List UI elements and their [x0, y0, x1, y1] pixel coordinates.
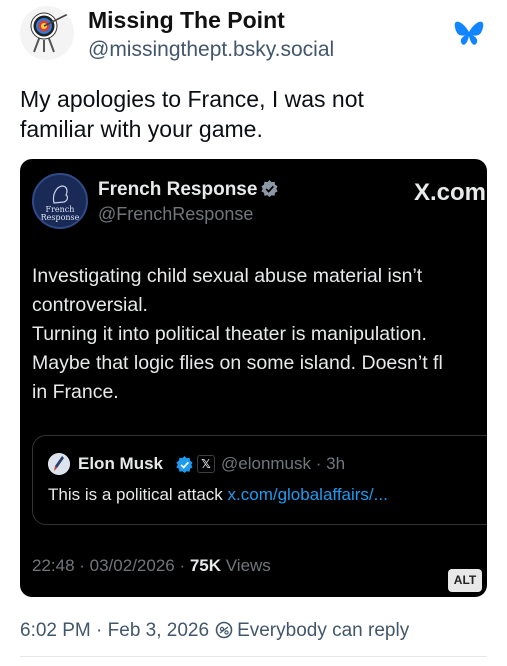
embed-body-text: Investigating child sexual abuse materia… — [32, 262, 487, 407]
author-avatar[interactable] — [20, 6, 74, 60]
author-display-name[interactable]: Missing The Point — [88, 7, 285, 34]
verified-badge-icon — [261, 180, 279, 197]
embed-body-line: Maybe that logic flies on some island. D… — [32, 352, 443, 374]
author-handle[interactable]: @missingthept.bsky.social — [88, 38, 334, 62]
post-footer: 6:02 PM · Feb 3, 2026 Everybody can reply — [20, 620, 409, 642]
quoted-post-link: x.com/globalaffairs/... — [227, 485, 388, 504]
post-text-line: familiar with your game. — [20, 116, 263, 142]
quoted-author-avatar — [48, 453, 70, 475]
quoted-post-text: This is a political attack x.com/globala… — [48, 485, 388, 504]
reply-settings-icon — [215, 621, 233, 639]
embed-body-line: Investigating child sexual abuse materia… — [32, 265, 423, 287]
quoted-post: Elon Musk 𝕏 @elonmusk · 3h This is a pol… — [32, 435, 487, 525]
french-response-avatar: French Response — [32, 173, 88, 229]
post-timestamp[interactable]: 6:02 PM · Feb 3, 2026 — [20, 620, 209, 641]
post-text-line: My apologies to France, I was not — [20, 86, 364, 112]
views-count: 75K — [189, 556, 222, 575]
verified-badge-icon — [176, 456, 193, 473]
embed-body-line: controversial. — [32, 294, 148, 316]
embed-body-line: Turning it into political theater is man… — [32, 323, 427, 345]
x-com-watermark: X.com — [414, 179, 487, 206]
avatar-logo-text: French Response — [40, 205, 80, 222]
post-header: Missing The Point @missingthept.bsky.soc… — [20, 4, 487, 66]
alt-text-button[interactable]: ALT — [448, 569, 482, 592]
embedded-screenshot[interactable]: French Response French Response @FrenchR… — [20, 159, 487, 597]
embed-author-name: French Response — [98, 179, 279, 201]
x-affiliation-icon: 𝕏 — [197, 455, 215, 473]
embed-author-handle: @FrenchResponse — [98, 204, 254, 224]
post-text: My apologies to France, I was not famili… — [20, 84, 480, 144]
quoted-author-name: Elon Musk — [78, 454, 164, 473]
embed-metadata: 22:48 · 03/02/2026 · 75K Views — [32, 556, 271, 575]
archery-target-icon — [20, 6, 74, 60]
quoted-author-handle: @elonmusk · 3h — [221, 454, 346, 473]
bluesky-butterfly-icon[interactable] — [454, 20, 484, 47]
embed-body-line: in France. — [32, 381, 119, 403]
reply-setting-label[interactable]: Everybody can reply — [237, 620, 409, 641]
divider — [20, 656, 487, 657]
rocket-avatar-icon — [48, 453, 70, 475]
